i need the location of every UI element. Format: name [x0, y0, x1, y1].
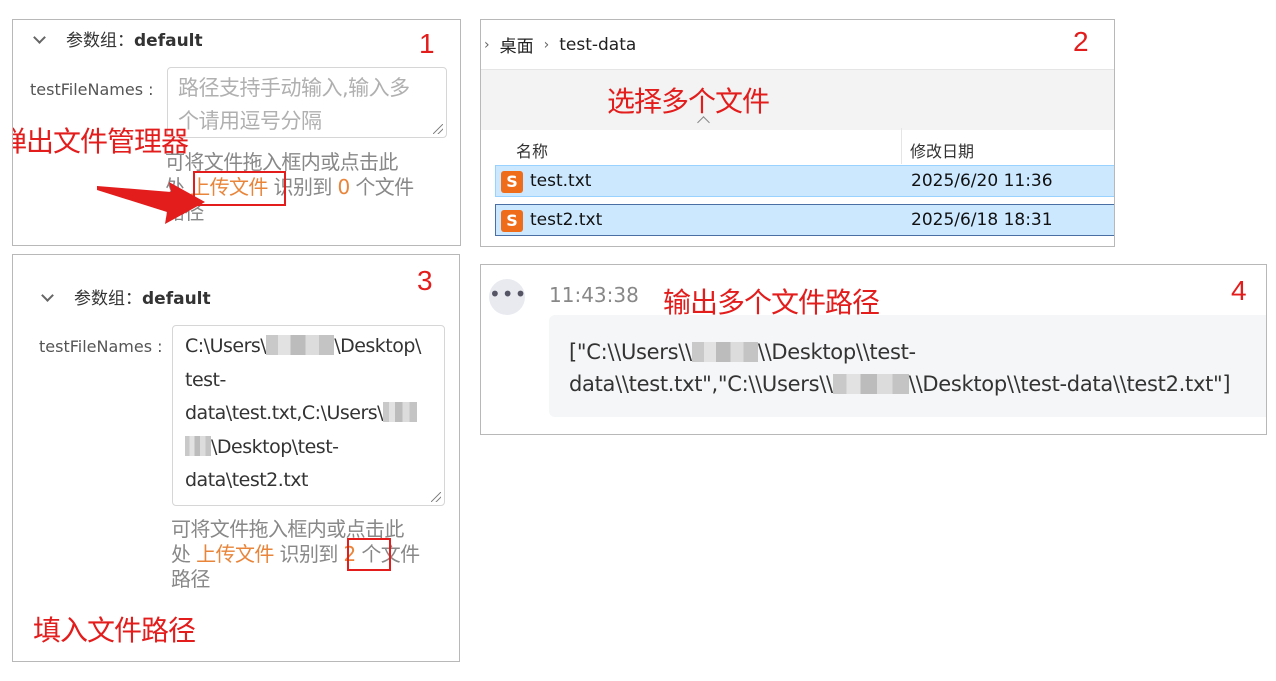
file-name: test2.txt — [530, 210, 603, 230]
breadcrumb-item-desktop[interactable]: 桌面 — [500, 32, 534, 57]
breadcrumb: › 桌面 › test-data — [481, 20, 1114, 70]
panel-step-1: 1 参数组：default testFileNames : 路径支持手动输入,输… — [12, 19, 461, 246]
value-line: data\test.txt,C:\Users\ — [185, 402, 384, 425]
resize-grip-icon[interactable] — [431, 492, 441, 502]
value-line: C:\Users\ — [185, 335, 267, 357]
message-time: 11:43:38 — [549, 283, 639, 307]
field-label: testFileNames : — [39, 337, 163, 356]
step-number: 2 — [1073, 26, 1089, 57]
group-header[interactable]: 参数组：default — [41, 284, 211, 309]
file-row[interactable]: S test.txt 2025/6/20 11:36 — [495, 165, 1114, 197]
redacted-text — [266, 335, 335, 355]
breadcrumb-item-test-data[interactable]: test-data — [559, 35, 636, 55]
annotation-fill-paths: 填入文件路径 — [33, 614, 196, 647]
placeholder-line: 个请用逗号分隔 — [178, 109, 322, 133]
chevron-down-icon[interactable] — [33, 31, 46, 44]
column-header-name[interactable]: 名称 — [516, 138, 548, 162]
upload-hint: 可将文件拖入框内或点击此 处 上传文件 识别到 2 个文件 路径 — [171, 517, 459, 592]
highlight-box — [347, 538, 391, 571]
value-line: \Desktop\test- — [211, 435, 339, 458]
hint-line: 可将文件拖入框内或点击此 — [171, 517, 404, 541]
group-name: default — [134, 31, 203, 51]
upload-file-link[interactable]: 上传文件 — [196, 542, 274, 566]
output-text: ["C:\\Users\\ \\Desktop\\test- data\\test… — [569, 336, 1231, 400]
step-number: 1 — [419, 28, 435, 59]
placeholder-line: 路径支持手动输入,输入多 — [178, 76, 410, 100]
output-line: \\Desktop\\test- — [757, 340, 916, 364]
file-name: test.txt — [530, 171, 592, 191]
group-label: 参数组： — [74, 289, 142, 309]
hint-prefix: 处 — [171, 542, 197, 566]
group-name: default — [142, 289, 211, 309]
chevron-right-icon: › — [543, 36, 550, 53]
sublime-file-icon: S — [501, 171, 523, 193]
value-line: test- — [185, 368, 226, 391]
file-date: 2025/6/18 18:31 — [911, 210, 1053, 230]
explorer-toolbar-area — [481, 70, 1114, 130]
panel-step-4: ••• 11:43:38 输出多个文件路径 4 ["C:\\Users\\ \\D… — [480, 264, 1267, 435]
redacted-text — [832, 374, 909, 394]
hint-line: 路径 — [171, 567, 210, 591]
textarea-placeholder: 路径支持手动输入,输入多 个请用逗号分隔 — [168, 68, 446, 137]
output-line: \\Desktop\\test-data\\test2.txt"] — [908, 372, 1231, 396]
file-count: 0 — [337, 175, 351, 199]
redacted-text — [383, 402, 418, 423]
annotation-select-files: 选择多个文件 — [607, 85, 770, 118]
redacted-text — [185, 435, 211, 456]
field-label: testFileNames : — [30, 80, 154, 99]
file-row[interactable]: S test2.txt 2025/6/18 18:31 — [495, 204, 1114, 236]
panel-step-3: 3 参数组：default testFileNames : C:\Users\ \… — [12, 254, 460, 662]
sublime-file-icon: S — [501, 210, 523, 232]
panel-step-2: › 桌面 › test-data 2 选择多个文件 名称 修改日期 S test… — [480, 19, 1115, 247]
group-label: 参数组： — [66, 31, 134, 51]
group-header[interactable]: 参数组：default — [33, 26, 203, 51]
file-date: 2025/6/20 11:36 — [911, 171, 1053, 191]
file-names-textarea[interactable]: C:\Users\ \Desktop\ test- data\test.txt,C… — [172, 325, 445, 506]
column-divider[interactable] — [901, 128, 902, 164]
recognized-prefix: 识别到 — [273, 542, 344, 566]
value-line: data\test2.txt — [185, 469, 308, 492]
step-number: 3 — [417, 265, 433, 296]
value-line: \Desktop\ — [334, 335, 421, 357]
output-message: ["C:\\Users\\ \\Desktop\\test- data\\test… — [549, 315, 1266, 417]
output-line: ["C:\\Users\\ — [569, 340, 692, 364]
resize-grip-icon[interactable] — [433, 124, 443, 134]
chevron-right-icon: › — [484, 36, 490, 53]
recognized-suffix: 个文件 — [349, 175, 414, 199]
chevron-down-icon[interactable] — [41, 289, 54, 302]
more-dots-icon[interactable]: ••• — [489, 279, 526, 315]
file-names-textarea[interactable]: 路径支持手动输入,输入多 个请用逗号分隔 — [167, 67, 447, 138]
redacted-text — [691, 342, 758, 362]
output-line: data\\test.txt","C:\\Users\\ — [569, 372, 833, 396]
column-header-date[interactable]: 修改日期 — [910, 138, 974, 162]
annotation-open-file-manager: 弹出文件管理器 — [12, 125, 189, 158]
step-number: 4 — [1231, 275, 1247, 306]
textarea-value: C:\Users\ \Desktop\ test- data\test.txt,C… — [173, 326, 444, 502]
red-arrow-icon — [97, 182, 205, 224]
column-header-row: 名称 修改日期 — [481, 130, 1114, 166]
